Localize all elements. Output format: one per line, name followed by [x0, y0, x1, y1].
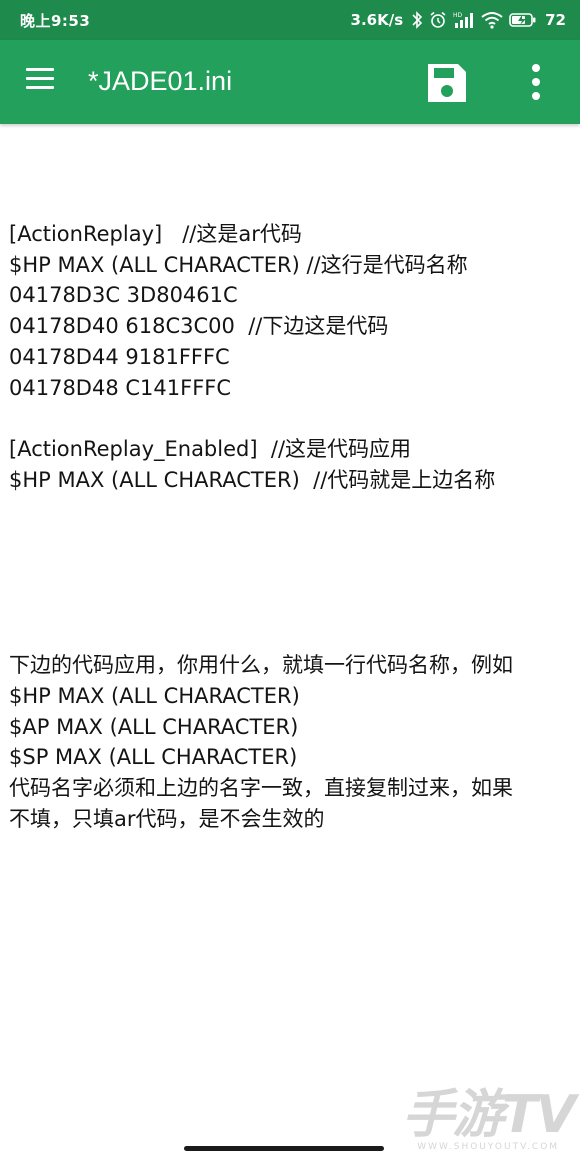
home-indicator[interactable]: [184, 1146, 384, 1151]
editor-line: [ActionReplay] //这是ar代码: [9, 221, 302, 246]
editor-line: $HP MAX (ALL CHARACTER): [9, 683, 300, 708]
editor-line: 不填，只填ar代码，是不会生效的: [9, 806, 325, 831]
more-options-button[interactable]: [524, 62, 548, 102]
save-button[interactable]: [424, 60, 470, 106]
editor-line: $HP MAX (ALL CHARACTER) //这行是代码名称: [9, 252, 468, 277]
watermark-url: WWW.SHOUYOUTV.COM: [417, 1142, 560, 1152]
status-bar: 晚上9:53 3.6K/s HD 72: [0, 0, 580, 40]
text-editor[interactable]: [ActionReplay] //这是ar代码 $HP MAX (ALL CHAR…: [0, 124, 580, 1160]
svg-text:HD: HD: [453, 12, 463, 19]
status-icons: 3.6K/s HD 72: [351, 11, 566, 29]
hd-signal-icon: HD: [453, 11, 475, 29]
editor-content[interactable]: [ActionReplay] //这是ar代码 $HP MAX (ALL CHAR…: [9, 188, 575, 835]
editor-line: $HP MAX (ALL CHARACTER) //代码就是上边名称: [9, 468, 496, 493]
editor-line: 04178D3C 3D80461C: [9, 283, 238, 308]
battery-charging-icon: [509, 12, 537, 28]
editor-line: 04178D40 618C3C00 //下边这是代码: [9, 314, 389, 339]
editor-line: 下边的代码应用，你用什么，就填一行代码名称，例如: [9, 652, 513, 677]
editor-line: $SP MAX (ALL CHARACTER): [9, 745, 298, 770]
more-vertical-icon: [532, 64, 540, 100]
network-speed: 3.6K/s: [350, 11, 404, 29]
editor-line: 代码名字必须和上边的名字一致，直接复制过来，如果: [9, 776, 513, 801]
watermark-text: 手游TV: [402, 1085, 576, 1145]
editor-line: 04178D44 9181FFFC: [9, 344, 230, 369]
battery-percent: 72: [545, 11, 566, 29]
bluetooth-icon: [411, 11, 423, 29]
wifi-icon: [481, 11, 503, 29]
hamburger-menu-icon[interactable]: [26, 68, 56, 96]
floppy-disk-save-icon: [428, 64, 466, 102]
app-bar: *JADE01.ini: [0, 40, 580, 124]
status-time: 晚上9:53: [20, 11, 91, 30]
editor-line: [ActionReplay_Enabled] //这是代码应用: [9, 437, 412, 462]
alarm-icon: [429, 11, 447, 29]
editor-line: 04178D48 C141FFFC: [9, 375, 232, 400]
watermark-logo: 手游TV WWW.SHOUYOUTV.COM: [402, 1085, 576, 1152]
file-title: *JADE01.ini: [88, 66, 233, 96]
editor-line: $AP MAX (ALL CHARACTER): [9, 714, 299, 739]
